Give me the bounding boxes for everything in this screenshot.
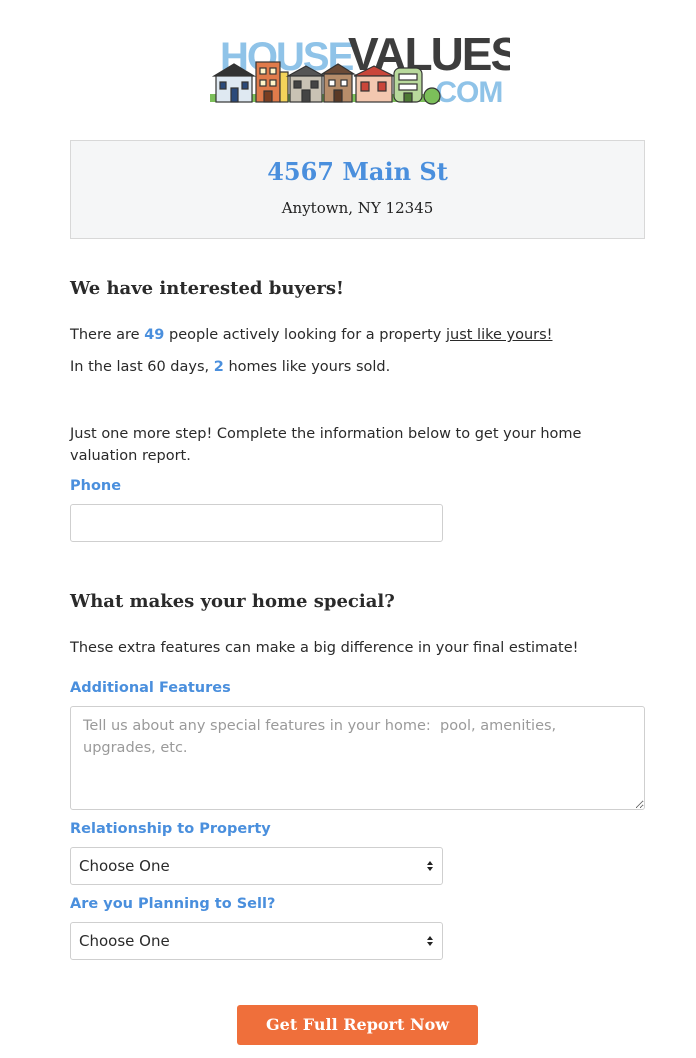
step-instructions: Just one more step! Complete the informa… (70, 426, 582, 464)
special-description: These extra features can make a big diff… (70, 640, 579, 656)
housevalues-logo: HOUSE VALUES .COM (206, 20, 510, 106)
planning-to-sell-label: Are you Planning to Sell? (70, 896, 276, 912)
buyers-line2-prefix: In the last 60 days, (70, 359, 214, 375)
buyers-line1-prefix: There are (70, 327, 145, 343)
property-street: 4567 Main St (267, 157, 448, 186)
relationship-selected-value: Choose One (79, 857, 170, 875)
special-heading: What makes your home special? (70, 591, 395, 612)
planning-to-sell-select[interactable]: Choose One (70, 922, 443, 960)
property-address-card: 4567 Main St Anytown, NY 12345 (70, 140, 645, 239)
buyers-heading: We have interested buyers! (70, 278, 344, 299)
phone-input[interactable] (70, 504, 443, 542)
homes-sold-count: 2 (213, 359, 224, 375)
relationship-select[interactable]: Choose One (70, 847, 443, 885)
buyers-line2-suffix: homes like yours sold. (223, 359, 391, 375)
property-city-line: Anytown, NY 12345 (281, 199, 434, 217)
buyers-line1-middle: people actively looking for a property (164, 327, 446, 343)
buyers-line-2: In the last 60 days, 2 homes like yours … (70, 356, 390, 378)
select-arrows-icon (427, 936, 433, 946)
relationship-label: Relationship to Property (70, 821, 271, 837)
select-arrows-icon (427, 861, 433, 871)
buyers-line-1: There are 49 people actively looking for… (70, 324, 553, 346)
additional-features-label: Additional Features (70, 680, 231, 696)
just-like-yours-link[interactable]: just like yours! (446, 327, 553, 343)
interested-buyers-count: 49 (144, 327, 165, 343)
get-full-report-button[interactable]: Get Full Report Now (237, 1005, 478, 1045)
phone-label: Phone (70, 478, 122, 494)
planning-to-sell-selected-value: Choose One (79, 932, 170, 950)
additional-features-textarea[interactable] (70, 706, 645, 810)
